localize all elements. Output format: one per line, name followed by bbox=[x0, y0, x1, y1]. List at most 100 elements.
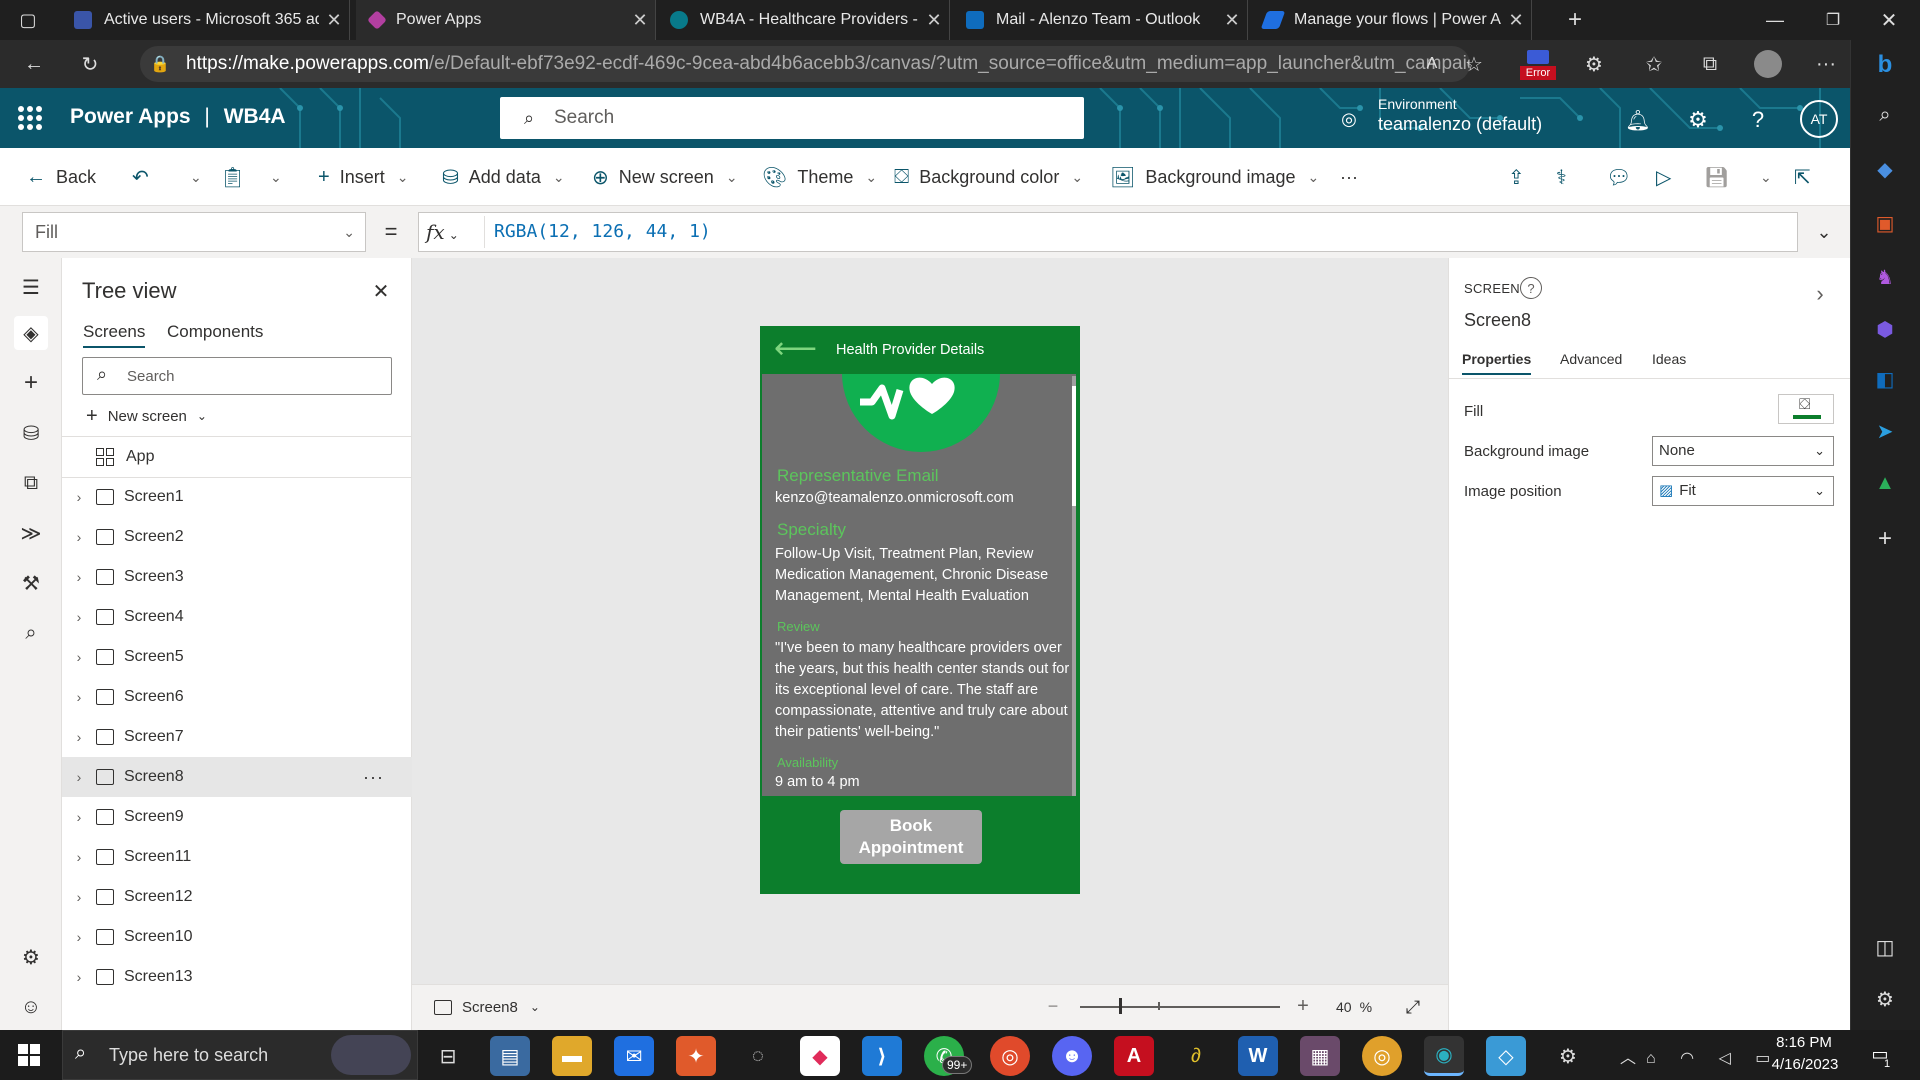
collections-icon[interactable]: ⧉ bbox=[1692, 46, 1728, 82]
book-appointment-button[interactable]: Book Appointment bbox=[840, 810, 982, 864]
system-tray-icons[interactable]: ︿⌂ ◠ ◁ ▭ bbox=[1620, 1044, 1780, 1068]
tree-item-screen9[interactable]: › Screen9 bbox=[62, 797, 412, 837]
profile-avatar[interactable] bbox=[1754, 50, 1782, 78]
chevron-right-icon[interactable]: › bbox=[62, 649, 96, 665]
publish-button[interactable]: ⇱ bbox=[1794, 148, 1821, 206]
windows-start-icon[interactable] bbox=[18, 1044, 40, 1066]
sidebar-toggle-icon[interactable]: ◫ bbox=[1868, 930, 1902, 964]
expand-formula-icon[interactable]: ⌄ bbox=[1808, 216, 1840, 248]
taskbar-settings-icon[interactable]: ⚙ bbox=[1548, 1036, 1588, 1076]
taskbar-app-5[interactable]: ◌ bbox=[738, 1036, 778, 1076]
tree-view-layers-icon[interactable]: ◈ bbox=[14, 316, 48, 350]
back-button[interactable]: ← Back bbox=[26, 148, 96, 206]
brand-label[interactable]: Power Apps bbox=[70, 105, 191, 128]
app-launcher-icon[interactable] bbox=[18, 106, 42, 130]
url-field[interactable]: https://make.powerapps.com/e/Default-ebf… bbox=[140, 46, 1470, 82]
tree-new-screen-button[interactable]: + New screen ⌄ bbox=[86, 404, 207, 428]
background-image-button[interactable]: 🖼︎ Background image ⌄ bbox=[1110, 148, 1319, 206]
read-aloud-icon[interactable]: A bbox=[1414, 46, 1450, 82]
send-icon[interactable]: ➤ bbox=[1868, 414, 1902, 448]
insert-plus-icon[interactable]: + bbox=[14, 366, 48, 400]
chrome-icon[interactable]: ◎ bbox=[990, 1036, 1030, 1076]
taskbar-app-4[interactable]: ✦ bbox=[676, 1036, 716, 1076]
tree-search-input[interactable]: ⌕ Search bbox=[82, 357, 392, 395]
tab-advanced[interactable]: Advanced bbox=[1560, 351, 1622, 367]
fit-to-window-icon[interactable]: ⤢ bbox=[1400, 994, 1426, 1020]
close-tab-icon[interactable]: ✕ bbox=[625, 10, 655, 31]
chevron-right-icon[interactable]: › bbox=[62, 809, 96, 825]
chevron-right-icon[interactable]: › bbox=[62, 969, 96, 985]
file-explorer-icon[interactable]: ▬ bbox=[552, 1036, 592, 1076]
search-rail-icon[interactable]: ⌕ bbox=[14, 616, 48, 650]
tree-item-screen13[interactable]: › Screen13 bbox=[62, 957, 412, 997]
browser-tab-sharepoint[interactable]: WB4A - Healthcare Providers - A ✕ bbox=[656, 0, 950, 40]
chevron-right-icon[interactable]: › bbox=[62, 849, 96, 865]
taskbar-app-1[interactable]: ▤ bbox=[490, 1036, 530, 1076]
tree-icon[interactable]: ▲ bbox=[1868, 466, 1902, 500]
background-image-dropdown[interactable]: None ⌄ bbox=[1652, 436, 1834, 466]
help-icon[interactable]: ? bbox=[1520, 277, 1542, 299]
tree-item-screen1[interactable]: › Screen1 bbox=[62, 477, 412, 517]
add-sidebar-app-icon[interactable]: + bbox=[1868, 522, 1902, 556]
notifications-bell-icon[interactable]: 🔔︎ bbox=[1622, 104, 1654, 136]
games-icon[interactable]: ♞ bbox=[1868, 260, 1902, 294]
edge-icon[interactable]: ◉ bbox=[1424, 1036, 1464, 1076]
advanced-tools-icon[interactable]: ⚒ bbox=[14, 566, 48, 600]
undo-button[interactable]: ↶ bbox=[132, 148, 159, 206]
clock-time[interactable]: 8:16 PM bbox=[1774, 1034, 1834, 1051]
paste-button[interactable]: 📋︎ bbox=[220, 148, 255, 206]
save-button[interactable]: 💾︎ bbox=[1704, 148, 1739, 206]
tab-properties[interactable]: Properties bbox=[1462, 351, 1532, 375]
zoom-readout[interactable]: 40% bbox=[1336, 999, 1372, 1015]
clock-date[interactable]: 4/16/2023 bbox=[1770, 1056, 1840, 1073]
chevron-right-icon[interactable]: › bbox=[62, 489, 96, 505]
tab-actions-icon[interactable]: ▢ bbox=[14, 8, 42, 32]
lock-icon[interactable]: 🔒 bbox=[150, 52, 170, 76]
save-dropdown[interactable]: ⌄ bbox=[1748, 148, 1772, 206]
comments-button[interactable]: 💬︎ bbox=[1606, 148, 1641, 206]
image-position-dropdown[interactable]: ▨ Fit ⌄ bbox=[1652, 476, 1834, 506]
settings-more-icon[interactable]: ··· bbox=[1808, 46, 1844, 82]
share-button[interactable]: ⇪ bbox=[1508, 148, 1535, 206]
favorites-icon[interactable]: ✩ bbox=[1636, 46, 1672, 82]
sidebar-settings-icon[interactable]: ⚙ bbox=[1868, 982, 1902, 1016]
tree-item-screen4[interactable]: › Screen4 bbox=[62, 597, 412, 637]
task-view-icon[interactable]: ⊟ bbox=[428, 1036, 468, 1076]
media-icon[interactable]: ⧉ bbox=[14, 466, 48, 500]
tree-item-screen6[interactable]: › Screen6 bbox=[62, 677, 412, 717]
fill-color-picker[interactable]: ⛋ bbox=[1778, 394, 1834, 424]
zoom-slider-thumb[interactable] bbox=[1119, 998, 1122, 1014]
tree-item-app[interactable]: App bbox=[62, 437, 412, 477]
theme-button[interactable]: 🎨︎ Theme ⌄ bbox=[762, 148, 877, 206]
header-search-input[interactable]: Search bbox=[500, 97, 1084, 139]
power-automate-icon[interactable]: ≫ bbox=[14, 516, 48, 550]
help-icon[interactable]: ? bbox=[1742, 104, 1774, 136]
extensions-icon[interactable]: ⚙ bbox=[1576, 46, 1612, 82]
chevron-right-icon[interactable]: › bbox=[62, 769, 96, 785]
close-window-icon[interactable]: ✕ bbox=[1874, 6, 1904, 34]
tree-item-screen11[interactable]: › Screen11 bbox=[62, 837, 412, 877]
data-cylinder-icon[interactable]: ⛁ bbox=[14, 416, 48, 450]
chevron-right-icon[interactable]: › bbox=[62, 729, 96, 745]
taskbar-search-box[interactable]: ⌕ Type here to search bbox=[62, 1030, 418, 1080]
chevron-right-icon[interactable]: › bbox=[62, 889, 96, 905]
word-icon[interactable]: W bbox=[1238, 1036, 1278, 1076]
tree-item-screen10[interactable]: › Screen10 bbox=[62, 917, 412, 957]
environment-name[interactable]: teamalenzo (default) bbox=[1378, 114, 1542, 135]
chevron-right-icon[interactable]: › bbox=[62, 929, 96, 945]
taskbar-app-14[interactable]: ▦ bbox=[1300, 1036, 1340, 1076]
app-checker-button[interactable]: ⚕ bbox=[1556, 148, 1577, 206]
chevron-right-icon[interactable]: › bbox=[62, 529, 96, 545]
back-arrow-icon[interactable]: ⟵ bbox=[774, 334, 817, 364]
collapse-pane-icon[interactable]: › bbox=[1806, 280, 1834, 308]
zoom-slider[interactable] bbox=[1080, 1006, 1280, 1008]
taskbar-app-12[interactable]: ∂ bbox=[1176, 1036, 1216, 1076]
tree-item-screen5[interactable]: › Screen5 bbox=[62, 637, 412, 677]
user-avatar[interactable]: AT bbox=[1800, 100, 1838, 138]
screen-breadcrumb[interactable]: Screen8 ⌄ bbox=[434, 996, 540, 1018]
paste-dropdown[interactable]: ⌄ bbox=[258, 148, 282, 206]
preview-play-button[interactable]: ▷ bbox=[1656, 148, 1681, 206]
tree-item-screen3[interactable]: › Screen3 bbox=[62, 557, 412, 597]
zoom-out-icon[interactable]: − bbox=[1044, 996, 1062, 1016]
browser-tab-powerautomate[interactable]: Manage your flows | Power Auto ✕ bbox=[1250, 0, 1532, 40]
